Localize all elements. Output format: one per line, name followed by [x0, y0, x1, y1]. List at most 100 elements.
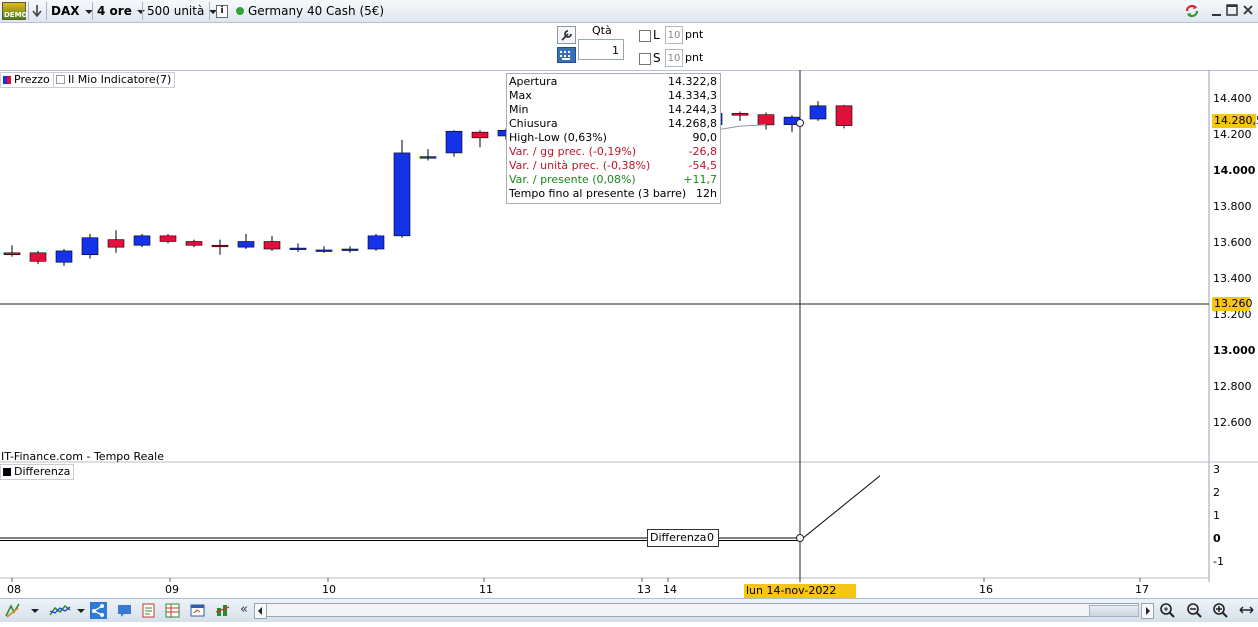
horizontal-scrollbar[interactable]	[266, 603, 1139, 617]
limit-unit: pnt	[685, 28, 704, 41]
candle[interactable]	[757, 112, 775, 130]
diff-line	[0, 475, 881, 541]
chevron-down-icon[interactable]	[31, 609, 39, 613]
indicator-axis-label: 1	[1213, 509, 1220, 522]
candle[interactable]	[29, 250, 47, 265]
units-dropdown[interactable]: 500 unità	[147, 3, 218, 19]
candle[interactable]	[835, 104, 853, 129]
candle[interactable]	[81, 233, 99, 259]
chat-icon[interactable]	[116, 602, 133, 619]
stop-label: S	[653, 51, 661, 65]
diff-legend[interactable]: Differenza	[0, 464, 75, 480]
chevron-down-icon	[136, 9, 145, 14]
share-icon[interactable]	[90, 602, 107, 619]
refresh-icon[interactable]	[1183, 2, 1201, 20]
indicator-axis-label: 3	[1213, 463, 1220, 476]
quantity-input[interactable]: 1	[578, 39, 624, 60]
candle[interactable]	[133, 233, 151, 248]
limit-checkbox[interactable]	[639, 30, 651, 42]
limit-label: L	[653, 28, 660, 42]
date-axis-label: 17	[1135, 583, 1149, 596]
candle-body	[445, 130, 463, 154]
candle[interactable]	[367, 233, 385, 251]
candle[interactable]	[419, 149, 437, 161]
expand-icon[interactable]	[1238, 602, 1255, 619]
price-axis-label: 12.800	[1213, 380, 1252, 393]
indicators-icon[interactable]	[49, 602, 71, 619]
tooltip-row-value: -54,5	[688, 159, 717, 172]
candle[interactable]	[315, 246, 333, 253]
wrench-icon[interactable]	[557, 26, 576, 44]
tooltip-row: Var. / gg prec. (-0,19%) -26,8	[509, 145, 717, 159]
market-name: Germany 40 Cash (5€)	[248, 4, 385, 18]
indicator-legend[interactable]: Il Mio Indicatore(7)	[53, 72, 176, 88]
bottom-toolbar: «	[0, 598, 1258, 622]
candle[interactable]	[211, 239, 229, 255]
candle[interactable]	[393, 139, 411, 238]
chevron-down-icon[interactable]	[77, 609, 85, 613]
candle[interactable]	[809, 101, 827, 121]
tooltip-row-label: Tempo fino al presente (3 barre)	[509, 187, 687, 200]
candle[interactable]	[3, 245, 21, 257]
limit-input[interactable]: 10	[665, 26, 683, 44]
stop-input[interactable]: 10	[665, 49, 683, 67]
date-axis-label: 16	[979, 583, 993, 596]
candle-body	[29, 252, 47, 262]
indicator-legend-swatch	[56, 75, 65, 84]
candle[interactable]	[263, 235, 281, 251]
candle-body	[133, 235, 151, 246]
candle[interactable]	[445, 130, 463, 157]
price-axis-label: 13.000	[1213, 344, 1256, 357]
candle[interactable]	[289, 243, 307, 252]
candle-tooltip: Apertura 14.322,8 Max 14.334,3 Min 14.244,3 Ch…	[506, 73, 721, 204]
close-icon[interactable]	[1242, 4, 1254, 16]
demo-badge-label: DEMO	[4, 11, 28, 19]
candle[interactable]	[731, 111, 749, 121]
date-axis-label: 10	[322, 583, 336, 596]
keyboard-icon[interactable]	[557, 47, 576, 63]
candle-body	[237, 241, 255, 248]
zoom-out-icon[interactable]	[1186, 602, 1203, 619]
minimize-icon[interactable]	[1211, 5, 1223, 17]
candle-body	[3, 252, 21, 255]
candle[interactable]	[341, 246, 359, 253]
tooltip-row-label: High-Low (0,63%)	[509, 131, 607, 144]
date-axis-label: 09	[165, 583, 179, 596]
download-icon[interactable]	[31, 3, 43, 19]
instrument-dropdown[interactable]: DAX	[51, 3, 93, 19]
scrollbar-thumb[interactable]	[1089, 605, 1139, 617]
candle-body	[81, 237, 99, 255]
tooltip-row-label: Var. / presente (0,08%)	[509, 173, 636, 186]
timeframe-dropdown[interactable]: 4 ore	[97, 3, 145, 19]
stop-checkbox[interactable]	[639, 53, 651, 65]
cursor-date-badge: lun 14-nov-2022 21.00	[744, 584, 856, 611]
candle[interactable]	[159, 233, 177, 244]
candle[interactable]	[107, 230, 125, 253]
drawing-tools-icon[interactable]	[4, 602, 21, 619]
maximize-icon[interactable]	[1226, 4, 1238, 16]
indicator-axis-label: -1	[1213, 555, 1224, 568]
scroll-back-icon[interactable]: «	[240, 602, 248, 617]
candle[interactable]	[55, 249, 73, 266]
date-axis-label: 08	[7, 583, 21, 596]
zoom-in-icon[interactable]	[1212, 602, 1229, 619]
tooltip-row: Max 14.334,3	[509, 89, 717, 103]
report-icon[interactable]	[140, 602, 157, 619]
candle-body	[211, 244, 229, 248]
candle-body	[393, 152, 411, 237]
scroll-right-icon[interactable]	[1141, 603, 1154, 619]
table-icon[interactable]	[164, 602, 181, 619]
price-axis-label: 13.400	[1213, 272, 1252, 285]
candle[interactable]	[471, 130, 489, 148]
tooltip-row: Tempo fino al presente (3 barre) 12h	[509, 187, 717, 201]
candle-body	[731, 113, 749, 116]
tooltip-row-value: 12h	[696, 187, 717, 200]
candle[interactable]	[185, 239, 203, 248]
crosshair-price-marker	[796, 119, 804, 127]
window-icon[interactable]	[189, 602, 206, 619]
price-legend[interactable]: Prezzo	[0, 72, 54, 88]
backtest-icon[interactable]	[214, 602, 231, 619]
candle[interactable]	[237, 233, 255, 250]
zoom-fit-icon[interactable]	[1159, 602, 1176, 619]
info-icon[interactable]: i	[216, 5, 228, 18]
